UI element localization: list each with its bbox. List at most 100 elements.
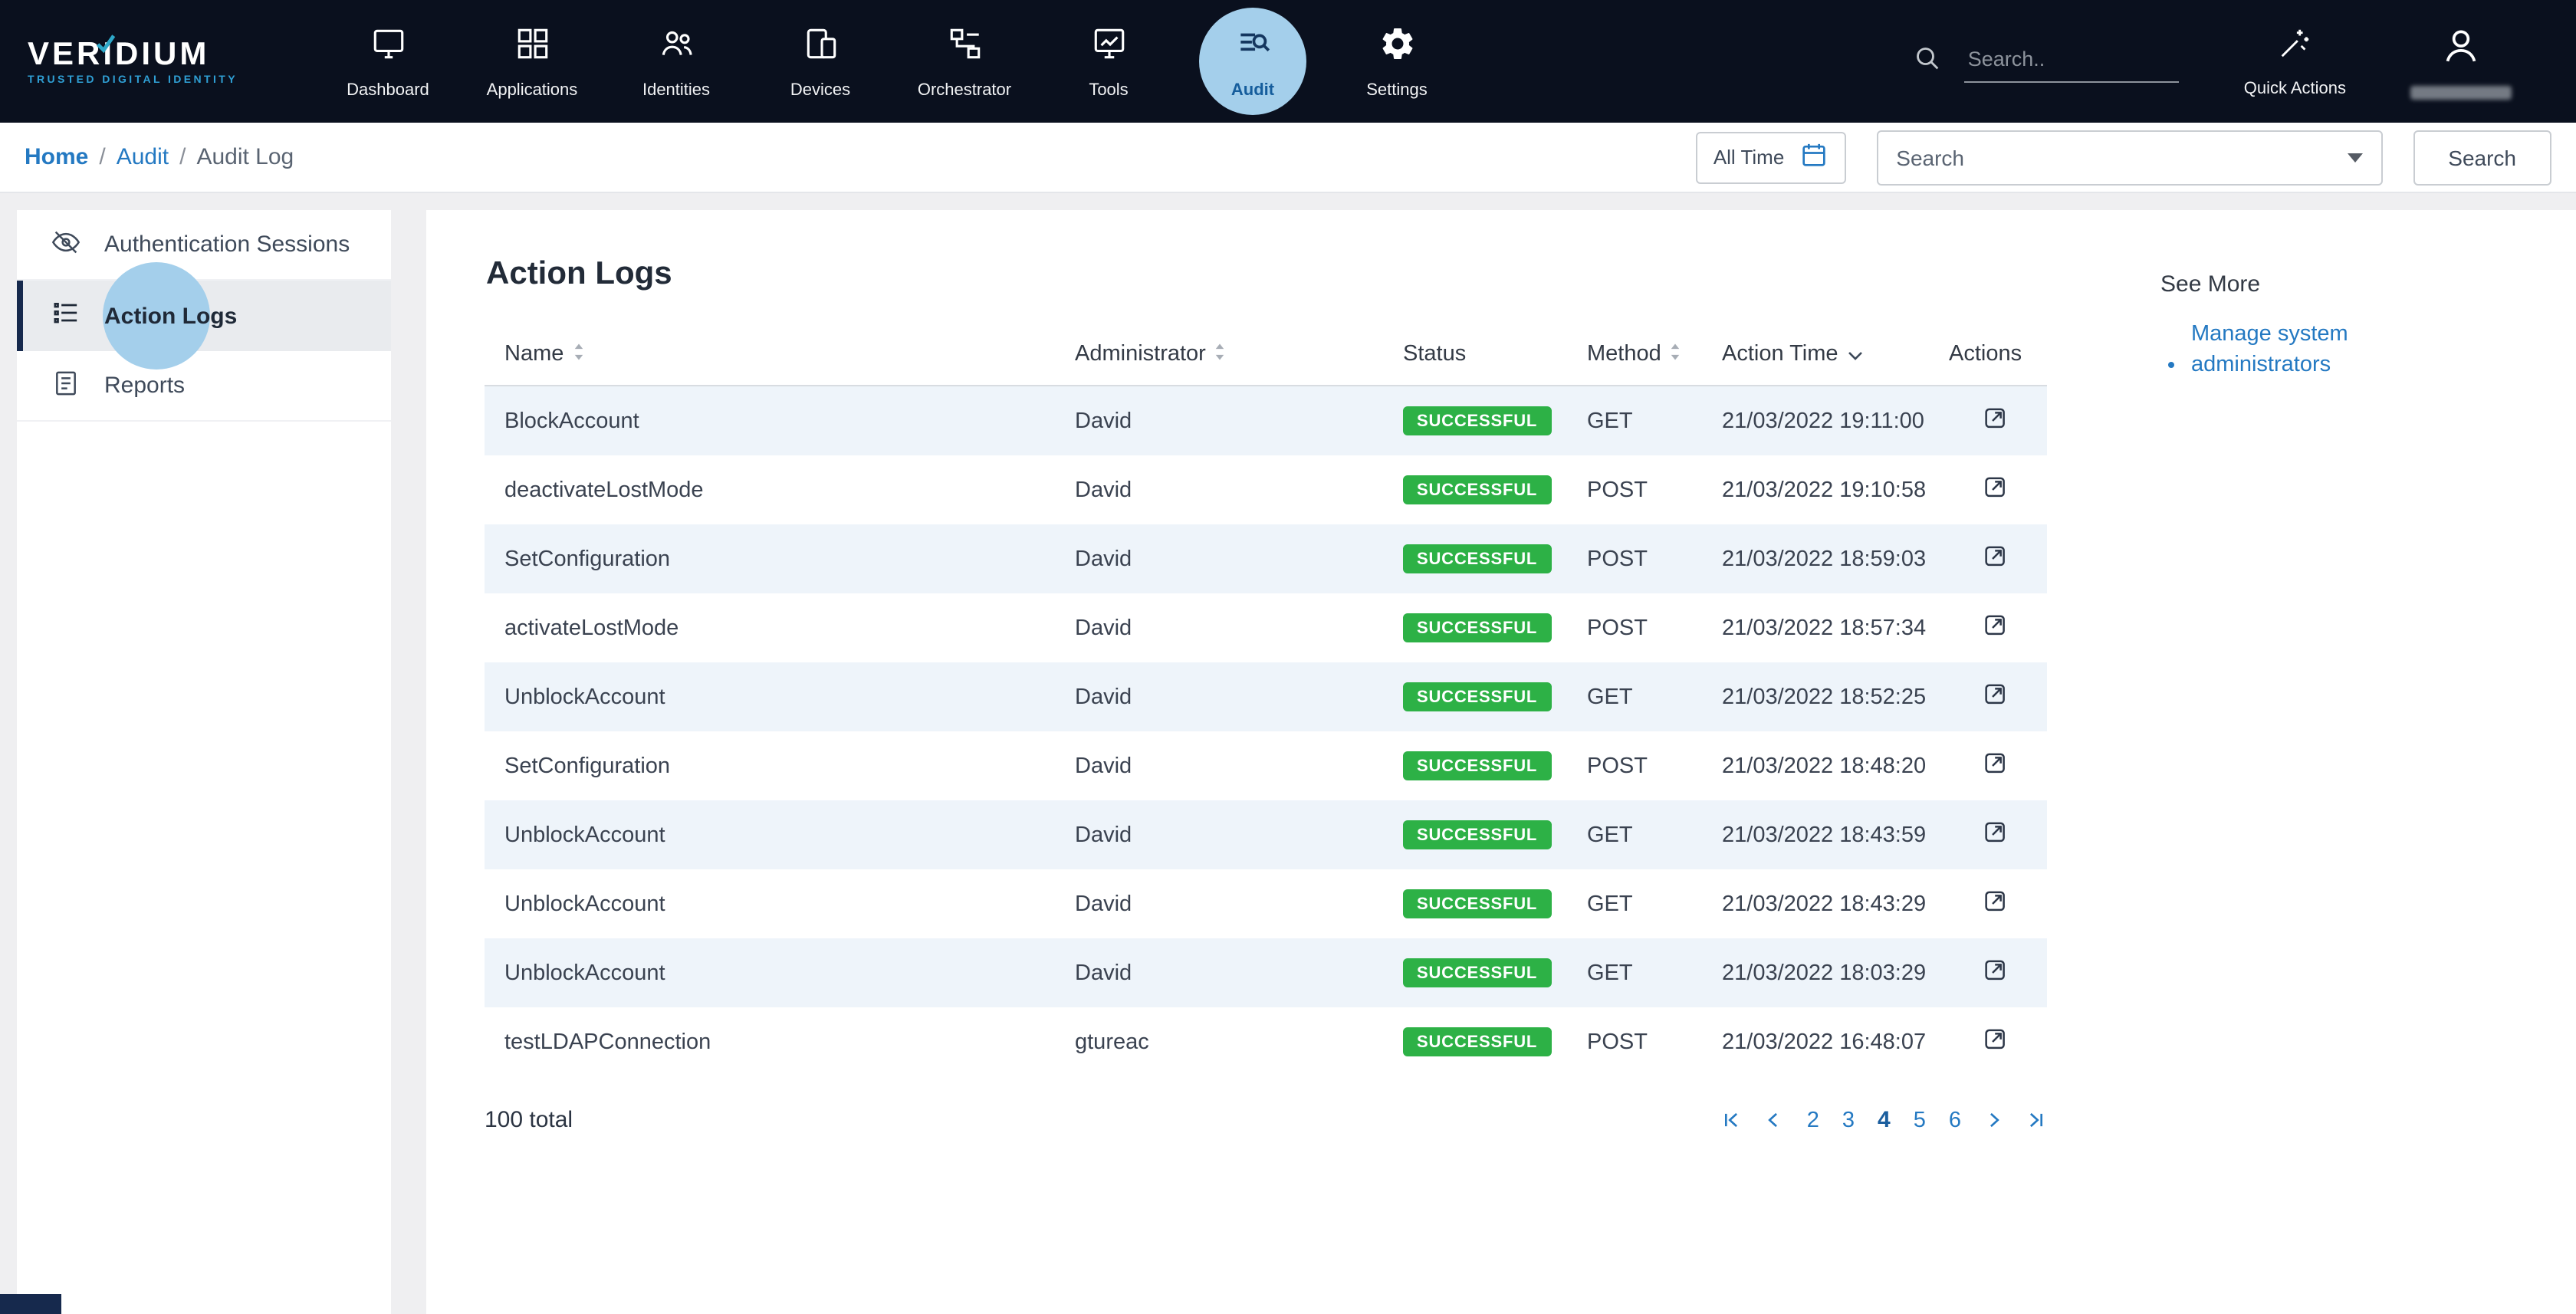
action-logs-panel: Action Logs Name Administrator Status Me… [426, 210, 2124, 1314]
view-log-button[interactable] [1980, 541, 2009, 570]
status-badge: SUCCESSFUL [1403, 613, 1551, 642]
view-log-button[interactable] [1980, 472, 2009, 501]
breadcrumb-home-link[interactable]: Home [25, 144, 88, 170]
cell-action-time: 21/03/2022 18:43:59 [1702, 800, 1929, 869]
view-log-button[interactable] [1980, 679, 2009, 708]
nav-item-devices[interactable]: Devices [748, 0, 892, 123]
column-header-administrator[interactable]: Administrator [1055, 324, 1383, 386]
column-header-action-time[interactable]: Action Time [1702, 324, 1929, 386]
breadcrumb-bar: Home / Audit / Audit Log All Time Search… [0, 123, 2576, 193]
cell-status: SUCCESSFUL [1383, 938, 1567, 1007]
search-button[interactable]: Search [2413, 130, 2551, 185]
view-log-button[interactable] [1980, 403, 2009, 432]
nav-item-dashboard[interactable]: Dashboard [316, 0, 460, 123]
audit-icon [1234, 24, 1272, 70]
cell-administrator: David [1055, 593, 1383, 662]
table-row: SetConfiguration David SUCCESSFUL POST 2… [485, 731, 2047, 800]
logo-check-icon [94, 28, 117, 61]
next-page-button[interactable] [1984, 1110, 2004, 1130]
table-row: UnblockAccount David SUCCESSFUL GET 21/0… [485, 800, 2047, 869]
cell-status: SUCCESSFUL [1383, 524, 1567, 593]
nav-item-settings[interactable]: Settings [1325, 0, 1469, 123]
first-page-button[interactable] [1721, 1110, 1741, 1130]
sidebar-bottom-accent [0, 1294, 61, 1314]
breadcrumb-audit-link[interactable]: Audit [117, 144, 169, 170]
cell-actions [1929, 593, 2047, 662]
topnav-right: Quick Actions [1913, 0, 2576, 123]
nav-item-tools[interactable]: Tools [1037, 0, 1181, 123]
pagination-page[interactable]: 5 [1914, 1108, 1926, 1132]
table-row: SetConfiguration David SUCCESSFUL POST 2… [485, 524, 2047, 593]
cell-name: UnblockAccount [485, 938, 1055, 1007]
sort-icon [1215, 342, 1226, 366]
nav-item-orchestrator[interactable]: Orchestrator [892, 0, 1037, 123]
tools-icon [1089, 24, 1128, 70]
sidebar: Authentication Sessions Action Logs Repo… [17, 210, 391, 1314]
cell-method: POST [1567, 731, 1702, 800]
cell-status: SUCCESSFUL [1383, 869, 1567, 938]
sidebar-item-reports[interactable]: Reports [17, 351, 391, 422]
manage-system-administrators-link[interactable]: Manage system administrators [2191, 319, 2390, 381]
cell-administrator: David [1055, 524, 1383, 593]
cell-action-time: 21/03/2022 18:48:20 [1702, 731, 1929, 800]
cell-name: UnblockAccount [485, 662, 1055, 731]
column-header-method[interactable]: Method [1567, 324, 1702, 386]
cell-actions [1929, 800, 2047, 869]
view-log-button[interactable] [1980, 1024, 2009, 1053]
pagination-page[interactable]: 6 [1949, 1108, 1961, 1132]
pagination-page-current[interactable]: 4 [1878, 1107, 1891, 1133]
pagination-page[interactable]: 2 [1807, 1108, 1819, 1132]
search-icon [1913, 42, 1944, 80]
cell-actions [1929, 524, 2047, 593]
global-search-input[interactable] [1965, 41, 2180, 82]
cell-method: POST [1567, 455, 1702, 524]
cell-method: GET [1567, 938, 1702, 1007]
breadcrumb-separator: / [179, 144, 186, 170]
cell-actions [1929, 386, 2047, 455]
search-type-dropdown[interactable]: Search [1876, 130, 2382, 185]
last-page-button[interactable] [2027, 1110, 2047, 1130]
status-badge: SUCCESSFUL [1403, 751, 1551, 780]
pagination-page[interactable]: 3 [1842, 1108, 1855, 1132]
cell-administrator: David [1055, 800, 1383, 869]
veridium-logo[interactable]: VERIDIUM TRUSTED DIGITAL IDENTITY [0, 0, 301, 123]
cell-status: SUCCESSFUL [1383, 386, 1567, 455]
previous-page-button[interactable] [1764, 1110, 1784, 1130]
table-row: UnblockAccount David SUCCESSFUL GET 21/0… [485, 938, 2047, 1007]
table-row: deactivateLostMode David SUCCESSFUL POST… [485, 455, 2047, 524]
view-log-button[interactable] [1980, 610, 2009, 639]
dashboard-icon [369, 24, 407, 70]
table-row: UnblockAccount David SUCCESSFUL GET 21/0… [485, 869, 2047, 938]
orchestrator-icon [945, 24, 984, 70]
cell-action-time: 21/03/2022 18:59:03 [1702, 524, 1929, 593]
user-menu[interactable] [2410, 24, 2512, 99]
nav-item-identities[interactable]: Identities [604, 0, 748, 123]
quick-actions[interactable]: Quick Actions [2244, 25, 2346, 97]
column-header-actions: Actions [1929, 324, 2047, 386]
logo-text: VERIDIUM [28, 36, 209, 71]
view-log-button[interactable] [1980, 886, 2009, 915]
cell-method: POST [1567, 524, 1702, 593]
view-log-button[interactable] [1980, 955, 2009, 984]
time-range-button[interactable]: All Time [1697, 131, 1845, 183]
action-logs-table: Name Administrator Status Method Action … [485, 324, 2047, 1076]
view-log-button[interactable] [1980, 748, 2009, 777]
see-more-panel: See More Manage system administrators [2124, 210, 2576, 1314]
view-log-button[interactable] [1980, 817, 2009, 846]
breadcrumb-current: Audit Log [196, 144, 294, 170]
breadcrumb-separator: / [99, 144, 105, 170]
cell-status: SUCCESSFUL [1383, 1007, 1567, 1076]
table-row: testLDAPConnection gtureac SUCCESSFUL PO… [485, 1007, 2047, 1076]
identities-icon [657, 24, 695, 70]
total-count: 100 total [485, 1107, 573, 1133]
sidebar-item-authentication-sessions[interactable]: Authentication Sessions [17, 210, 391, 281]
cell-name: BlockAccount [485, 386, 1055, 455]
column-header-name[interactable]: Name [485, 324, 1055, 386]
see-more-list: Manage system administrators [2160, 319, 2545, 381]
breadcrumb: Home / Audit / Audit Log [25, 144, 294, 170]
nav-item-audit[interactable]: Audit [1181, 0, 1325, 123]
top-navigation: VERIDIUM TRUSTED DIGITAL IDENTITY Dashbo… [0, 0, 2576, 123]
sidebar-item-action-logs[interactable]: Action Logs [17, 281, 391, 351]
nav-item-applications[interactable]: Applications [460, 0, 604, 123]
cell-action-time: 21/03/2022 16:48:07 [1702, 1007, 1929, 1076]
